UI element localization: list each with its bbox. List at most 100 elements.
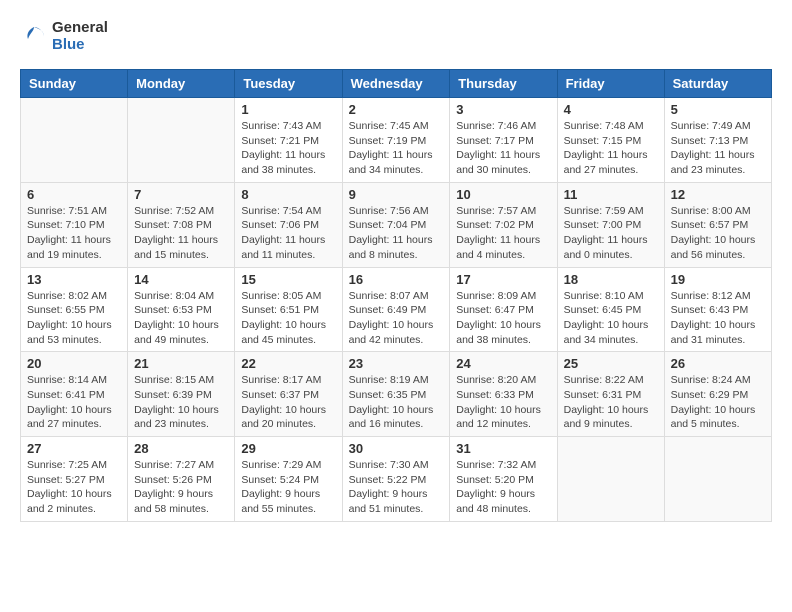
calendar-cell: 2 Sunrise: 7:45 AM Sunset: 7:19 PM Daylig… <box>342 98 450 183</box>
calendar-cell: 20Sunrise: 8:14 AM Sunset: 6:41 PM Dayli… <box>21 352 128 437</box>
day-number: 4 <box>564 102 658 117</box>
day-info: Sunrise: 7:25 AM Sunset: 5:27 PM Dayligh… <box>27 458 121 517</box>
day-info: Sunrise: 7:59 AM Sunset: 7:00 PM Dayligh… <box>564 204 658 263</box>
day-number: 14 <box>134 272 228 287</box>
logo-bird-icon <box>20 23 48 51</box>
day-number: 11 <box>564 187 658 202</box>
day-number: 5 <box>671 102 765 117</box>
column-header-saturday: Saturday <box>664 70 771 98</box>
calendar-cell: 13 Sunrise: 8:02 AM Sunset: 6:55 PM Dayli… <box>21 267 128 352</box>
day-number: 16 <box>349 272 444 287</box>
day-info: Sunrise: 8:22 AM Sunset: 6:31 PM Dayligh… <box>564 373 658 432</box>
calendar-cell: 19Sunrise: 8:12 AM Sunset: 6:43 PM Dayli… <box>664 267 771 352</box>
logo-blue: Blue <box>52 37 108 54</box>
logo-container: General Blue <box>20 20 108 53</box>
calendar-cell: 15 Sunrise: 8:05 AM Sunset: 6:51 PM Dayli… <box>235 267 342 352</box>
day-number: 20 <box>27 356 121 371</box>
calendar-cell: 4 Sunrise: 7:48 AM Sunset: 7:15 PM Daylig… <box>557 98 664 183</box>
day-number: 7 <box>134 187 228 202</box>
day-number: 15 <box>241 272 335 287</box>
day-info: Sunrise: 7:48 AM Sunset: 7:15 PM Dayligh… <box>564 119 658 178</box>
column-header-thursday: Thursday <box>450 70 557 98</box>
calendar-cell <box>21 98 128 183</box>
day-info: Sunrise: 8:24 AM Sunset: 6:29 PM Dayligh… <box>671 373 765 432</box>
day-number: 17 <box>456 272 550 287</box>
day-number: 18 <box>564 272 658 287</box>
calendar-cell <box>664 437 771 522</box>
day-number: 6 <box>27 187 121 202</box>
day-number: 26 <box>671 356 765 371</box>
day-info: Sunrise: 7:57 AM Sunset: 7:02 PM Dayligh… <box>456 204 550 263</box>
day-info: Sunrise: 7:45 AM Sunset: 7:19 PM Dayligh… <box>349 119 444 178</box>
calendar-week-row: 1 Sunrise: 7:43 AM Sunset: 7:21 PM Daylig… <box>21 98 772 183</box>
calendar-cell: 17Sunrise: 8:09 AM Sunset: 6:47 PM Dayli… <box>450 267 557 352</box>
day-info: Sunrise: 8:19 AM Sunset: 6:35 PM Dayligh… <box>349 373 444 432</box>
column-header-monday: Monday <box>128 70 235 98</box>
day-info: Sunrise: 8:07 AM Sunset: 6:49 PM Dayligh… <box>349 289 444 348</box>
calendar-cell: 26 Sunrise: 8:24 AM Sunset: 6:29 PM Dayli… <box>664 352 771 437</box>
day-number: 27 <box>27 441 121 456</box>
calendar-cell <box>128 98 235 183</box>
day-number: 28 <box>134 441 228 456</box>
calendar-cell: 16 Sunrise: 8:07 AM Sunset: 6:49 PM Dayli… <box>342 267 450 352</box>
day-info: Sunrise: 8:05 AM Sunset: 6:51 PM Dayligh… <box>241 289 335 348</box>
calendar-cell: 25 Sunrise: 8:22 AM Sunset: 6:31 PM Dayli… <box>557 352 664 437</box>
day-number: 1 <box>241 102 335 117</box>
calendar-header-row: SundayMondayTuesdayWednesdayThursdayFrid… <box>21 70 772 98</box>
day-info: Sunrise: 8:04 AM Sunset: 6:53 PM Dayligh… <box>134 289 228 348</box>
day-number: 29 <box>241 441 335 456</box>
day-number: 13 <box>27 272 121 287</box>
calendar-cell: 14 Sunrise: 8:04 AM Sunset: 6:53 PM Dayli… <box>128 267 235 352</box>
day-info: Sunrise: 7:32 AM Sunset: 5:20 PM Dayligh… <box>456 458 550 517</box>
column-header-sunday: Sunday <box>21 70 128 98</box>
calendar-cell: 3Sunrise: 7:46 AM Sunset: 7:17 PM Daylig… <box>450 98 557 183</box>
calendar-cell: 7 Sunrise: 7:52 AM Sunset: 7:08 PM Daylig… <box>128 182 235 267</box>
day-number: 9 <box>349 187 444 202</box>
calendar-cell <box>557 437 664 522</box>
calendar-cell: 8Sunrise: 7:54 AM Sunset: 7:06 PM Daylig… <box>235 182 342 267</box>
calendar-cell: 29Sunrise: 7:29 AM Sunset: 5:24 PM Dayli… <box>235 437 342 522</box>
day-number: 2 <box>349 102 444 117</box>
calendar-cell: 27 Sunrise: 7:25 AM Sunset: 5:27 PM Dayli… <box>21 437 128 522</box>
day-info: Sunrise: 7:43 AM Sunset: 7:21 PM Dayligh… <box>241 119 335 178</box>
day-number: 24 <box>456 356 550 371</box>
calendar-cell: 24 Sunrise: 8:20 AM Sunset: 6:33 PM Dayli… <box>450 352 557 437</box>
calendar-cell: 11 Sunrise: 7:59 AM Sunset: 7:00 PM Dayli… <box>557 182 664 267</box>
day-number: 22 <box>241 356 335 371</box>
calendar-cell: 21 Sunrise: 8:15 AM Sunset: 6:39 PM Dayli… <box>128 352 235 437</box>
calendar-cell: 6 Sunrise: 7:51 AM Sunset: 7:10 PM Daylig… <box>21 182 128 267</box>
calendar-cell: 23Sunrise: 8:19 AM Sunset: 6:35 PM Dayli… <box>342 352 450 437</box>
calendar-cell: 1 Sunrise: 7:43 AM Sunset: 7:21 PM Daylig… <box>235 98 342 183</box>
calendar-cell: 18 Sunrise: 8:10 AM Sunset: 6:45 PM Dayli… <box>557 267 664 352</box>
calendar-cell: 30 Sunrise: 7:30 AM Sunset: 5:22 PM Dayli… <box>342 437 450 522</box>
day-info: Sunrise: 8:17 AM Sunset: 6:37 PM Dayligh… <box>241 373 335 432</box>
day-info: Sunrise: 7:49 AM Sunset: 7:13 PM Dayligh… <box>671 119 765 178</box>
day-info: Sunrise: 7:30 AM Sunset: 5:22 PM Dayligh… <box>349 458 444 517</box>
calendar-table: SundayMondayTuesdayWednesdayThursdayFrid… <box>20 69 772 522</box>
calendar-week-row: 27 Sunrise: 7:25 AM Sunset: 5:27 PM Dayli… <box>21 437 772 522</box>
day-number: 3 <box>456 102 550 117</box>
day-info: Sunrise: 8:10 AM Sunset: 6:45 PM Dayligh… <box>564 289 658 348</box>
day-number: 21 <box>134 356 228 371</box>
day-number: 8 <box>241 187 335 202</box>
column-header-friday: Friday <box>557 70 664 98</box>
calendar-cell: 5 Sunrise: 7:49 AM Sunset: 7:13 PM Daylig… <box>664 98 771 183</box>
day-info: Sunrise: 8:15 AM Sunset: 6:39 PM Dayligh… <box>134 373 228 432</box>
calendar-week-row: 20Sunrise: 8:14 AM Sunset: 6:41 PM Dayli… <box>21 352 772 437</box>
day-info: Sunrise: 8:00 AM Sunset: 6:57 PM Dayligh… <box>671 204 765 263</box>
day-info: Sunrise: 8:20 AM Sunset: 6:33 PM Dayligh… <box>456 373 550 432</box>
day-number: 30 <box>349 441 444 456</box>
day-number: 25 <box>564 356 658 371</box>
column-header-wednesday: Wednesday <box>342 70 450 98</box>
day-info: Sunrise: 7:51 AM Sunset: 7:10 PM Dayligh… <box>27 204 121 263</box>
day-info: Sunrise: 7:27 AM Sunset: 5:26 PM Dayligh… <box>134 458 228 517</box>
logo: General Blue <box>20 20 108 53</box>
day-info: Sunrise: 8:02 AM Sunset: 6:55 PM Dayligh… <box>27 289 121 348</box>
calendar-week-row: 6 Sunrise: 7:51 AM Sunset: 7:10 PM Daylig… <box>21 182 772 267</box>
calendar-cell: 31Sunrise: 7:32 AM Sunset: 5:20 PM Dayli… <box>450 437 557 522</box>
logo-general: General <box>52 20 108 37</box>
day-number: 10 <box>456 187 550 202</box>
calendar-cell: 28 Sunrise: 7:27 AM Sunset: 5:26 PM Dayli… <box>128 437 235 522</box>
calendar-cell: 10 Sunrise: 7:57 AM Sunset: 7:02 PM Dayli… <box>450 182 557 267</box>
day-info: Sunrise: 7:52 AM Sunset: 7:08 PM Dayligh… <box>134 204 228 263</box>
